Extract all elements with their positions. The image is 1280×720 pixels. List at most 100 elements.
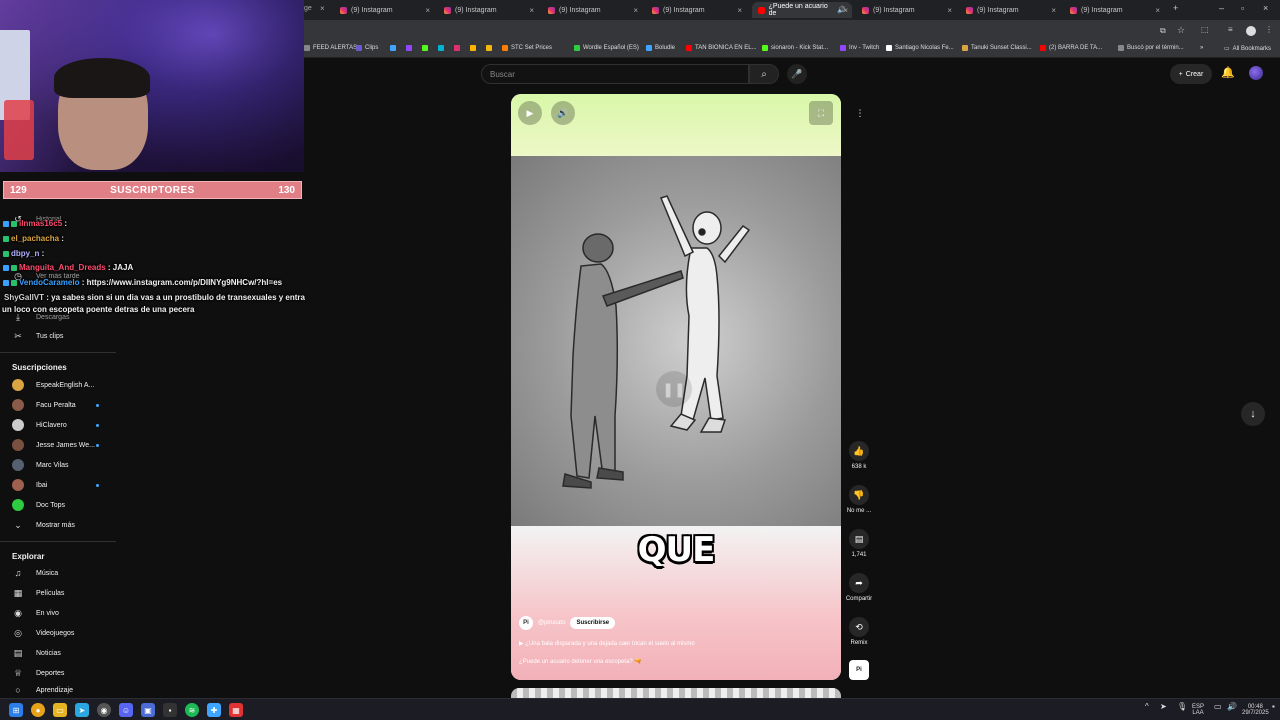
bookmark-icon[interactable] xyxy=(422,45,428,51)
sidebar-item-musica[interactable]: ♫ Música xyxy=(0,563,116,583)
close-icon[interactable]: × xyxy=(529,6,534,15)
language-indicator[interactable]: ESP LAA xyxy=(1192,704,1204,716)
close-icon[interactable]: × xyxy=(843,6,848,15)
bookmark-item[interactable]: Boludle xyxy=(646,45,675,51)
tab-instagram-3[interactable]: (9) Instagram × xyxy=(542,2,642,18)
cast-icon[interactable]: ⧉ xyxy=(1160,26,1166,36)
share-button[interactable]: ➦ Compartir xyxy=(843,573,875,602)
channel-handle[interactable]: @pirucato xyxy=(538,620,565,626)
star-icon[interactable]: ☆ xyxy=(1177,25,1185,36)
bookmark-item[interactable]: Wordle Español (ES) xyxy=(574,45,639,51)
sidebar-item-tus-clips[interactable]: ✂ Tus clips xyxy=(0,326,116,346)
sidebar-item-subscription[interactable]: Jesse James We... xyxy=(0,435,116,455)
windows-start-icon[interactable]: ⊞ xyxy=(9,703,23,717)
more-options-button[interactable]: ⋮ xyxy=(848,101,872,125)
sidebar-item-subscription[interactable]: Doc Tops xyxy=(0,495,116,515)
tab-fragment[interactable]: ge xyxy=(304,5,312,12)
tab-instagram-7[interactable]: (9) Instagram × xyxy=(1064,2,1164,18)
volume-button[interactable]: 🔊 xyxy=(551,101,575,125)
close-icon[interactable]: × xyxy=(320,4,325,13)
discord-icon[interactable]: ☺ xyxy=(119,703,133,717)
bookmark-item[interactable]: (2) BARRA DE TA... xyxy=(1040,45,1102,51)
voice-search-button[interactable]: 🎤 xyxy=(787,64,807,84)
tab-instagram-4[interactable]: (9) Instagram × xyxy=(646,2,746,18)
sidebar-item-videojuegos[interactable]: ◎ Videojuegos xyxy=(0,623,116,643)
remix-button[interactable]: ⟲ Remix xyxy=(843,617,875,646)
bookmark-icon[interactable] xyxy=(454,45,460,51)
close-icon[interactable]: × xyxy=(1051,6,1056,15)
profile-icon[interactable] xyxy=(1246,26,1256,36)
next-video-button[interactable]: ↓ xyxy=(1241,402,1265,426)
tab-instagram-1[interactable]: (9) Instagram × xyxy=(334,2,434,18)
window-close-icon[interactable]: × xyxy=(1263,3,1268,13)
comments-button[interactable]: ▤ 1,741 xyxy=(843,529,875,558)
telegram-tray-icon[interactable]: ➤ xyxy=(1160,703,1167,711)
bookmark-item[interactable]: STC Set Prices xyxy=(502,45,552,51)
notifications-bell-icon[interactable]: 🔔 xyxy=(1221,66,1235,79)
app-icon[interactable]: ▦ xyxy=(229,703,243,717)
like-button[interactable]: 👍 638 k xyxy=(843,441,875,470)
terminal-icon[interactable]: ▪ xyxy=(163,703,177,717)
bookmark-item[interactable]: FEED ALERTAS xyxy=(304,45,357,51)
bookmark-item[interactable]: Clips xyxy=(356,45,378,51)
short-description[interactable]: ▶ ¿Una bala disparada y una dejada caer … xyxy=(519,640,695,647)
sidebar-item-subscription[interactable]: Ibai xyxy=(0,475,116,495)
tab-instagram-2[interactable]: (9) Instagram × xyxy=(438,2,538,18)
bookmark-item[interactable]: Inv - Twitch xyxy=(840,45,879,51)
sidebar-item-noticias[interactable]: ▤ Noticias xyxy=(0,643,116,663)
next-short-preview[interactable] xyxy=(511,688,841,698)
search-button[interactable]: ⌕ xyxy=(749,64,779,84)
mic-tray-icon[interactable]: 🎙 xyxy=(1177,703,1187,711)
bookmark-item[interactable]: Santiago Nicolas Fe... xyxy=(886,45,954,51)
close-icon[interactable]: × xyxy=(737,6,742,15)
tray-chevron-icon[interactable]: ^ xyxy=(1145,703,1149,711)
monitor-tray-icon[interactable]: ▭ xyxy=(1214,703,1222,711)
volume-tray-icon[interactable]: 🔊 xyxy=(1227,703,1237,711)
close-icon[interactable]: × xyxy=(425,6,430,15)
channel-avatar[interactable]: Pi xyxy=(519,616,533,630)
shorts-player[interactable]: ▶ 🔊 ⛶ ❚❚ QUE Pi @pirucato Suscribirse ▶ … xyxy=(511,94,841,680)
maximize-icon[interactable]: ▫ xyxy=(1241,3,1244,13)
bookmark-icon[interactable] xyxy=(438,45,444,51)
close-icon[interactable]: × xyxy=(633,6,638,15)
tab-youtube-active[interactable]: ¿Puede un acuario de 🔊 × xyxy=(752,2,852,18)
sidebar-item-en-vivo[interactable]: ◉ En vivo xyxy=(0,603,116,623)
clock[interactable]: 00:48 29/7/2025 xyxy=(1242,704,1269,716)
search-input[interactable]: Buscar xyxy=(481,64,749,84)
bookmark-icon[interactable] xyxy=(406,45,412,51)
sidebar-item-subscription[interactable]: EspeakEnglish A... xyxy=(0,375,116,395)
short-title[interactable]: ¿Puede un acuario detener una escopeta? … xyxy=(519,658,642,665)
close-icon[interactable]: × xyxy=(1155,6,1160,15)
app-icon[interactable]: ▣ xyxy=(141,703,155,717)
media-icon[interactable]: ≡ xyxy=(1228,25,1233,34)
pause-overlay[interactable]: ❚❚ xyxy=(656,371,692,407)
tab-instagram-5[interactable]: (9) Instagram × xyxy=(856,2,956,18)
bookmark-icon[interactable] xyxy=(470,45,476,51)
bookmark-item[interactable]: TAN BIONICA EN EL... xyxy=(686,45,757,51)
bookmark-item[interactable]: sionaron - Kick Stat... xyxy=(762,45,828,51)
notification-icon[interactable]: ▪ xyxy=(1272,703,1275,711)
create-button[interactable]: + Crear xyxy=(1170,64,1212,84)
sidebar-item-deportes[interactable]: ♕ Deportes xyxy=(0,663,116,683)
menu-icon[interactable]: ⋮ xyxy=(1265,25,1273,34)
telegram-icon[interactable]: ➤ xyxy=(75,703,89,717)
bookmark-icon[interactable] xyxy=(390,45,396,51)
minimize-icon[interactable]: – xyxy=(1219,3,1224,13)
fullscreen-button[interactable]: ⛶ xyxy=(809,101,833,125)
file-explorer-icon[interactable]: ▭ xyxy=(53,703,67,717)
new-tab-button[interactable]: + xyxy=(1173,3,1178,13)
chevron-right-icon[interactable]: » xyxy=(1200,45,1203,51)
spotify-icon[interactable]: ≋ xyxy=(185,703,199,717)
all-bookmarks[interactable]: ▭ All Bookmarks xyxy=(1224,45,1271,53)
sidebar-item-subscription[interactable]: Marc Vilas xyxy=(0,455,116,475)
tab-instagram-6[interactable]: (9) Instagram × xyxy=(960,2,1060,18)
sound-button[interactable]: Pi xyxy=(843,660,875,680)
subscribe-button[interactable]: Suscribirse xyxy=(570,617,616,629)
gamepad-app-icon[interactable]: ✚ xyxy=(207,703,221,717)
sidebar-item-subscription[interactable]: Facu Peralta xyxy=(0,395,116,415)
sidebar-item-aprendizaje[interactable]: ○ Aprendizaje xyxy=(0,683,116,697)
avatar[interactable] xyxy=(1249,66,1263,80)
extensions-icon[interactable]: ⬚ xyxy=(1201,25,1209,34)
chrome-icon[interactable]: ● xyxy=(31,703,45,717)
dislike-button[interactable]: 👎 No me ... xyxy=(843,485,875,514)
